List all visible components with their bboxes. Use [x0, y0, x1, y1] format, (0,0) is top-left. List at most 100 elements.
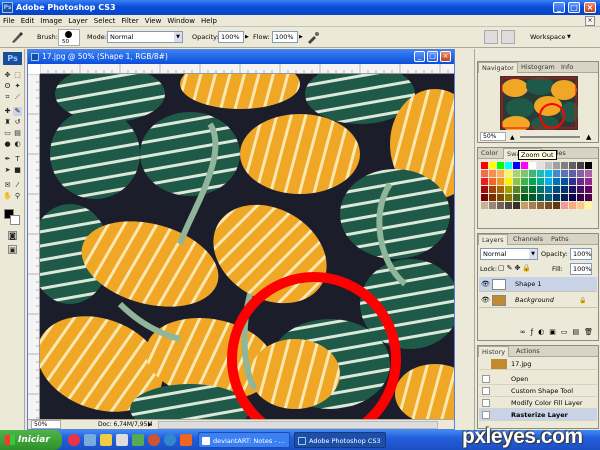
close-button[interactable]: ×	[584, 2, 596, 13]
color-swatch[interactable]	[561, 194, 568, 201]
tab-layers[interactable]: Layers	[478, 234, 508, 245]
color-swatch[interactable]	[553, 186, 560, 193]
tab-channels[interactable]: Channels	[510, 234, 546, 245]
history-item-selected[interactable]: Rasterize Layer	[479, 409, 597, 421]
color-swatch[interactable]	[577, 202, 584, 209]
color-swatch[interactable]	[481, 194, 488, 201]
quick-mask-icon[interactable]: ◙	[8, 231, 17, 240]
tab-info[interactable]: Info	[558, 62, 576, 73]
slice-tool-icon[interactable]: ⟋	[13, 93, 22, 102]
color-swatch[interactable]	[489, 178, 496, 185]
bridge-icon[interactable]	[501, 30, 515, 44]
quicklaunch-icon[interactable]	[68, 434, 80, 446]
color-swatch[interactable]	[569, 170, 576, 177]
color-swatch[interactable]	[529, 186, 536, 193]
tab-history[interactable]: History	[478, 346, 510, 357]
history-snapshot[interactable]: 17.jpg	[479, 358, 597, 370]
color-swatch[interactable]	[553, 170, 560, 177]
menu-file[interactable]: File	[0, 15, 18, 27]
color-swatch[interactable]	[545, 186, 552, 193]
palette-well-icon[interactable]	[484, 30, 498, 44]
doc-minimize-button[interactable]: _	[414, 51, 425, 62]
mode-select[interactable]: Normal ▼	[107, 31, 183, 43]
tab-color[interactable]: Color	[478, 148, 501, 159]
color-swatch[interactable]	[481, 170, 488, 177]
menu-help[interactable]: Help	[198, 15, 220, 27]
eyedropper-icon[interactable]: ⁄	[13, 181, 22, 190]
zoom-slider[interactable]	[520, 136, 580, 138]
color-swatch[interactable]	[537, 186, 544, 193]
color-swatch[interactable]	[553, 194, 560, 201]
image-canvas[interactable]	[40, 74, 454, 419]
color-swatch[interactable]	[505, 170, 512, 177]
history-brush-icon[interactable]: ↺	[13, 118, 22, 127]
history-item[interactable]: Custom Shape Tool	[479, 385, 597, 397]
color-swatch[interactable]	[537, 194, 544, 201]
color-swatch[interactable]	[561, 186, 568, 193]
marquee-tool-icon[interactable]: ⬚	[13, 71, 22, 80]
layer-row-shape-1[interactable]: 👁 Shape 1	[479, 277, 597, 292]
flow-arrow-icon[interactable]: ▶	[299, 34, 303, 40]
clone-stamp-icon[interactable]: ♜	[3, 118, 12, 127]
color-swatch[interactable]	[497, 194, 504, 201]
color-swatch[interactable]	[537, 202, 544, 209]
history-item[interactable]: Modify Color Fill Layer	[479, 397, 597, 409]
doc-close-button[interactable]: ×	[440, 51, 451, 62]
color-swatch[interactable]	[505, 178, 512, 185]
brush-tool-icon[interactable]: ✎	[13, 107, 22, 116]
start-button[interactable]: Iniciar	[0, 430, 62, 450]
color-swatch[interactable]	[585, 162, 592, 169]
color-swatch[interactable]	[513, 202, 520, 209]
color-swatch[interactable]	[521, 202, 528, 209]
color-swatch[interactable]	[513, 162, 520, 169]
menu-view[interactable]: View	[142, 15, 165, 27]
color-swatch[interactable]	[481, 162, 488, 169]
airbrush-icon[interactable]	[306, 31, 320, 44]
color-swatch[interactable]	[553, 178, 560, 185]
color-swatch[interactable]	[529, 178, 536, 185]
color-swatch[interactable]	[561, 162, 568, 169]
eye-icon[interactable]: 👁	[481, 277, 490, 292]
color-swatch[interactable]	[561, 202, 568, 209]
color-swatch[interactable]	[505, 194, 512, 201]
status-arrow-icon[interactable]: ▶	[148, 420, 152, 430]
color-swatch[interactable]	[545, 170, 552, 177]
color-swatch[interactable]	[529, 162, 536, 169]
color-swatch[interactable]	[505, 162, 512, 169]
brush-tool-icon[interactable]	[10, 31, 24, 44]
doc-maximize-button[interactable]: □	[427, 51, 438, 62]
quicklaunch-icon[interactable]	[132, 434, 144, 446]
color-swatch[interactable]	[569, 186, 576, 193]
color-swatch[interactable]	[545, 202, 552, 209]
opacity-arrow-icon[interactable]: ▶	[245, 34, 249, 40]
layer-row-background[interactable]: 👁 Background 🔒	[479, 293, 597, 308]
navigator-zoom-field[interactable]: 50%	[480, 132, 506, 141]
flow-field[interactable]: 100%	[272, 31, 298, 43]
color-swatch[interactable]	[513, 186, 520, 193]
color-swatch[interactable]	[489, 186, 496, 193]
color-swatch[interactable]	[577, 162, 584, 169]
color-swatch[interactable]	[497, 162, 504, 169]
color-swatch[interactable]	[529, 194, 536, 201]
crop-tool-icon[interactable]: ⌗	[3, 93, 12, 102]
color-swatch[interactable]	[497, 170, 504, 177]
color-swatch[interactable]	[481, 178, 488, 185]
opacity-field[interactable]: 100%	[218, 31, 244, 43]
tab-actions[interactable]: Actions	[513, 346, 543, 357]
zoom-in-icon[interactable]: ▲	[586, 133, 591, 141]
color-swatch[interactable]	[521, 186, 528, 193]
color-swatch[interactable]	[585, 186, 592, 193]
menu-filter[interactable]: Filter	[118, 15, 141, 27]
layer-opacity-field[interactable]: 100%	[570, 248, 592, 260]
color-swatch[interactable]	[537, 178, 544, 185]
color-swatch[interactable]	[569, 178, 576, 185]
tab-histogram[interactable]: Histogram	[518, 62, 558, 73]
color-swatch[interactable]	[585, 170, 592, 177]
color-swatch[interactable]	[489, 194, 496, 201]
color-swatch[interactable]	[569, 194, 576, 201]
color-swatch[interactable]	[585, 202, 592, 209]
color-swatch[interactable]	[505, 202, 512, 209]
minimize-button[interactable]: _	[553, 2, 565, 13]
healing-brush-icon[interactable]: ✚	[3, 107, 12, 116]
quicklaunch-icon[interactable]	[148, 434, 160, 446]
